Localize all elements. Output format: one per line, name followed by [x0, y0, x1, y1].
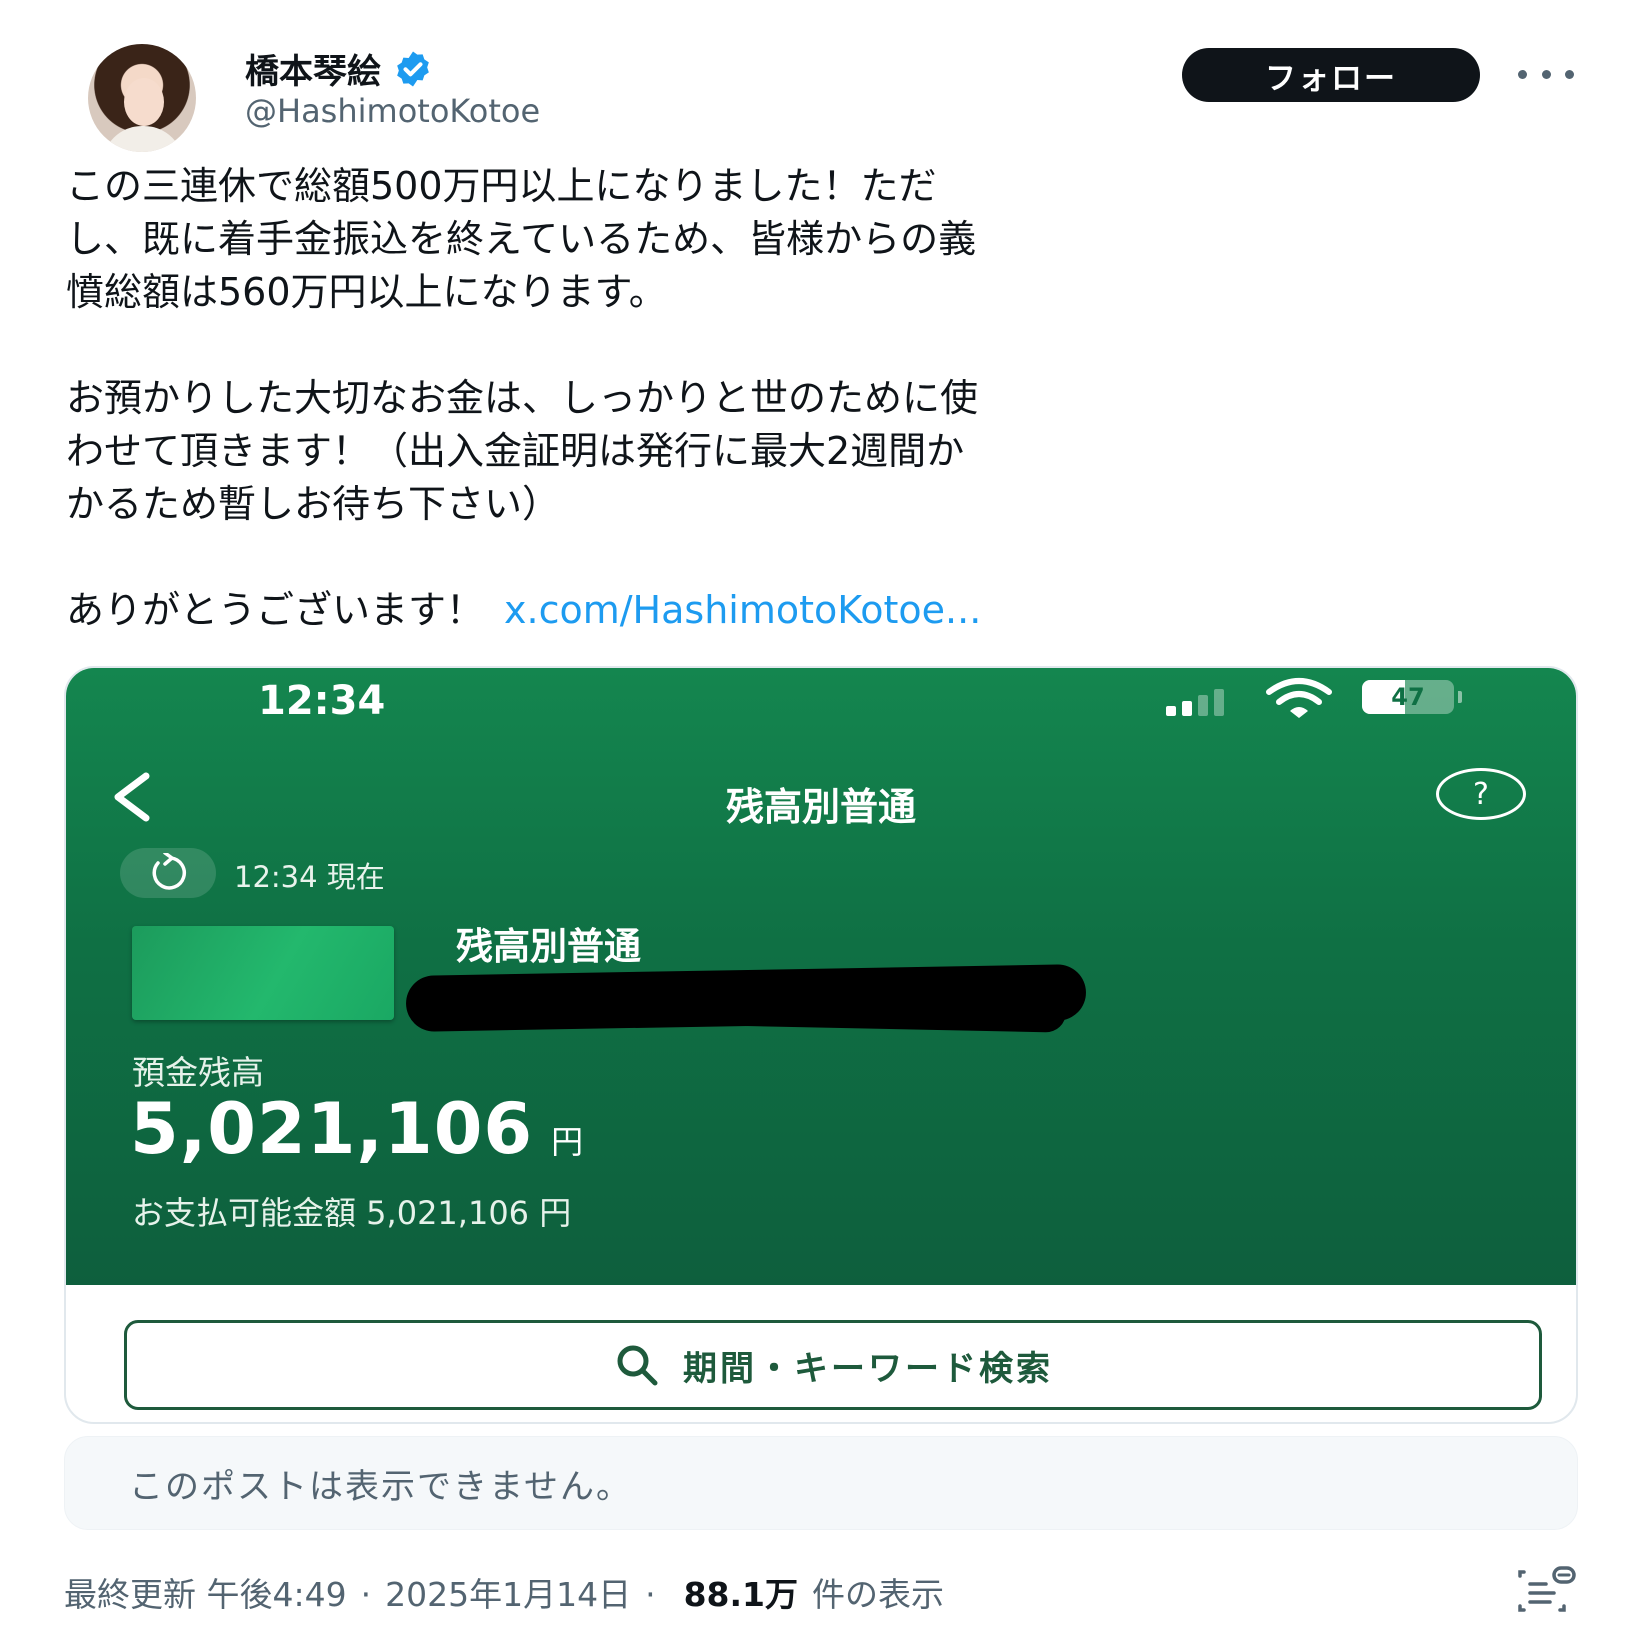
avatar-shirt: [102, 126, 184, 152]
tweet-metadata: 最終更新 午後4:49 · 2025年1月14日 · 88.1万 件の表示: [64, 1568, 944, 1616]
verified-badge-icon[interactable]: [393, 49, 433, 89]
author-name-row: 橋本琴絵: [245, 44, 433, 93]
avatar[interactable]: [88, 44, 196, 152]
available-amount: お支払可能金額 5,021,106 円: [132, 1194, 572, 1232]
tweet-text: この三連休で総額500万円以上になりました！ただ し、既に着手金振込を終えている…: [66, 160, 1586, 637]
post-date[interactable]: 2025年1月14日: [385, 1568, 631, 1616]
author-handle[interactable]: @HashimotoKotoe: [245, 92, 540, 130]
tweet-media-image[interactable]: 12:34 47 残高別普通 ? 12:34 現在 残高別普通 預金残高 5,0…: [64, 666, 1578, 1424]
search-icon: [617, 1345, 658, 1386]
account-name: 残高別普通: [456, 925, 641, 968]
avatar-face: [124, 78, 164, 126]
account-card-image: [132, 926, 394, 1020]
balance-unit: 円: [551, 1123, 584, 1161]
views-label: 件の表示: [812, 1575, 945, 1614]
balance-display: 5,021,106 円: [130, 1088, 583, 1170]
screen-title: 残高別普通: [725, 785, 916, 829]
wifi-icon: [1264, 676, 1334, 724]
separator-dot: ·: [645, 1575, 656, 1614]
cellular-signal-icon: [1166, 688, 1224, 716]
display-name[interactable]: 橋本琴絵: [245, 44, 381, 93]
bank-app-screen: 12:34 47 残高別普通 ? 12:34 現在 残高別普通 預金残高 5,0…: [66, 668, 1576, 1285]
search-button-label: 期間・キーワード検索: [683, 1348, 1053, 1389]
analytics-icon[interactable]: [1514, 1566, 1578, 1620]
dot-icon: [1565, 69, 1574, 79]
updated-as-of: 12:34 現在: [234, 860, 385, 894]
battery-icon: 47: [1362, 680, 1454, 714]
tweet-line-last: ありがとうございます！ x.com/HashimotoKotoe...: [66, 584, 1586, 637]
tweet-line: わせて頂きます！（出入金証明は発行に最大2週間か: [66, 429, 965, 473]
help-icon[interactable]: ?: [1436, 768, 1526, 820]
status-bar-time: 12:34: [258, 678, 386, 724]
tweet-line: お預かりした大切なお金は、しっかりと世のために使: [66, 376, 979, 420]
tweet-line: 憤総額は560万円以上になります。: [66, 270, 667, 314]
balance-label: 預金残高: [132, 1053, 264, 1092]
separator-dot: ·: [360, 1575, 372, 1614]
refresh-icon: [152, 853, 187, 890]
views-count: 88.1万: [683, 1575, 799, 1614]
battery-nub: [1458, 691, 1462, 703]
unavailable-post-notice: このポストは表示できません。: [64, 1436, 1578, 1530]
tweet-link[interactable]: x.com/HashimotoKotoe...: [504, 588, 981, 632]
battery-percent: 47: [1391, 683, 1425, 711]
balance-amount: 5,021,106: [130, 1088, 534, 1170]
follow-button[interactable]: フォロー: [1182, 48, 1480, 102]
tweet-line: し、既に着手金振込を終えているため、皆様からの義: [66, 217, 977, 261]
refresh-button[interactable]: [120, 848, 216, 898]
last-updated-time[interactable]: 最終更新 午後4:49: [64, 1568, 347, 1616]
tweet-line: ありがとうございます！: [66, 588, 485, 632]
more-options-ellipsis-icon[interactable]: [1518, 56, 1574, 92]
dot-icon: [1518, 69, 1527, 79]
tweet-line: かるため暫しお待ち下さい）: [66, 482, 561, 526]
dot-icon: [1541, 69, 1551, 79]
tweet-line: この三連休で総額500万円以上になりました！ただ: [66, 164, 937, 208]
period-keyword-search-button[interactable]: 期間・キーワード検索: [124, 1320, 1542, 1410]
